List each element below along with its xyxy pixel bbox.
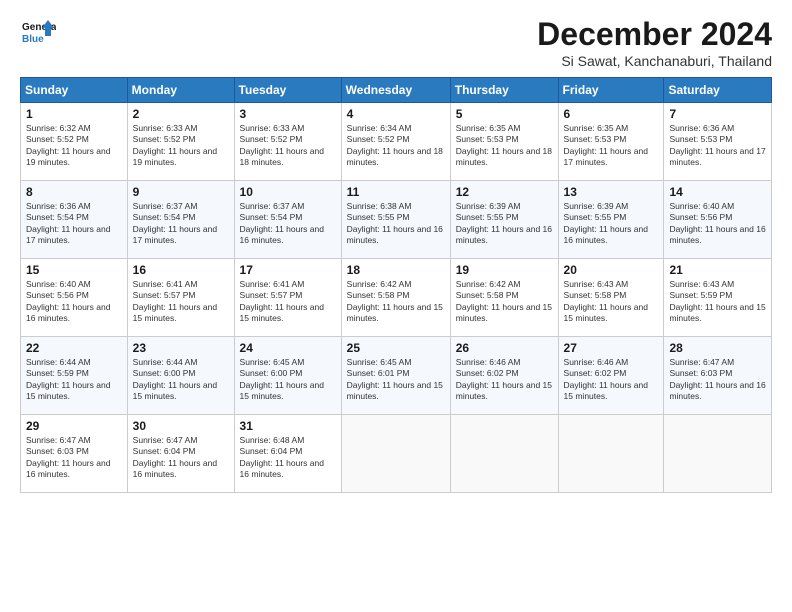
table-row: 2 Sunrise: 6:33 AMSunset: 5:52 PMDayligh… xyxy=(127,103,234,181)
week-row: 1 Sunrise: 6:32 AMSunset: 5:52 PMDayligh… xyxy=(21,103,772,181)
col-friday: Friday xyxy=(558,78,664,103)
col-monday: Monday xyxy=(127,78,234,103)
table-row: 17 Sunrise: 6:41 AMSunset: 5:57 PMDaylig… xyxy=(234,259,341,337)
location: Si Sawat, Kanchanaburi, Thailand xyxy=(537,53,772,69)
table-row: 20 Sunrise: 6:43 AMSunset: 5:58 PMDaylig… xyxy=(558,259,664,337)
table-row: 26 Sunrise: 6:46 AMSunset: 6:02 PMDaylig… xyxy=(450,337,558,415)
table-row: 14 Sunrise: 6:40 AMSunset: 5:56 PMDaylig… xyxy=(664,181,772,259)
week-row: 22 Sunrise: 6:44 AMSunset: 5:59 PMDaylig… xyxy=(21,337,772,415)
calendar-page: General Blue December 2024 Si Sawat, Kan… xyxy=(0,0,792,612)
week-row: 15 Sunrise: 6:40 AMSunset: 5:56 PMDaylig… xyxy=(21,259,772,337)
table-row: 16 Sunrise: 6:41 AMSunset: 5:57 PMDaylig… xyxy=(127,259,234,337)
empty-cell xyxy=(664,415,772,493)
logo: General Blue xyxy=(20,16,56,52)
empty-cell xyxy=(558,415,664,493)
table-row: 12 Sunrise: 6:39 AMSunset: 5:55 PMDaylig… xyxy=(450,181,558,259)
table-row: 15 Sunrise: 6:40 AMSunset: 5:56 PMDaylig… xyxy=(21,259,128,337)
table-row: 8 Sunrise: 6:36 AMSunset: 5:54 PMDayligh… xyxy=(21,181,128,259)
svg-text:Blue: Blue xyxy=(22,34,44,45)
table-row: 5 Sunrise: 6:35 AMSunset: 5:53 PMDayligh… xyxy=(450,103,558,181)
table-row: 18 Sunrise: 6:42 AMSunset: 5:58 PMDaylig… xyxy=(341,259,450,337)
table-row: 31 Sunrise: 6:48 AMSunset: 6:04 PMDaylig… xyxy=(234,415,341,493)
week-row: 29 Sunrise: 6:47 AMSunset: 6:03 PMDaylig… xyxy=(21,415,772,493)
logo-svg: General Blue xyxy=(20,16,56,52)
table-row: 25 Sunrise: 6:45 AMSunset: 6:01 PMDaylig… xyxy=(341,337,450,415)
col-thursday: Thursday xyxy=(450,78,558,103)
col-saturday: Saturday xyxy=(664,78,772,103)
table-row: 29 Sunrise: 6:47 AMSunset: 6:03 PMDaylig… xyxy=(21,415,128,493)
header: General Blue December 2024 Si Sawat, Kan… xyxy=(20,16,772,69)
table-row: 13 Sunrise: 6:39 AMSunset: 5:55 PMDaylig… xyxy=(558,181,664,259)
table-row: 10 Sunrise: 6:37 AMSunset: 5:54 PMDaylig… xyxy=(234,181,341,259)
calendar-table: Sunday Monday Tuesday Wednesday Thursday… xyxy=(20,77,772,493)
empty-cell xyxy=(341,415,450,493)
table-row: 7 Sunrise: 6:36 AMSunset: 5:53 PMDayligh… xyxy=(664,103,772,181)
table-row: 3 Sunrise: 6:33 AMSunset: 5:52 PMDayligh… xyxy=(234,103,341,181)
table-row: 9 Sunrise: 6:37 AMSunset: 5:54 PMDayligh… xyxy=(127,181,234,259)
table-row: 21 Sunrise: 6:43 AMSunset: 5:59 PMDaylig… xyxy=(664,259,772,337)
table-row: 24 Sunrise: 6:45 AMSunset: 6:00 PMDaylig… xyxy=(234,337,341,415)
col-wednesday: Wednesday xyxy=(341,78,450,103)
table-row: 4 Sunrise: 6:34 AMSunset: 5:52 PMDayligh… xyxy=(341,103,450,181)
table-row: 28 Sunrise: 6:47 AMSunset: 6:03 PMDaylig… xyxy=(664,337,772,415)
month-title: December 2024 xyxy=(537,16,772,53)
table-row: 19 Sunrise: 6:42 AMSunset: 5:58 PMDaylig… xyxy=(450,259,558,337)
table-row: 23 Sunrise: 6:44 AMSunset: 6:00 PMDaylig… xyxy=(127,337,234,415)
table-row: 27 Sunrise: 6:46 AMSunset: 6:02 PMDaylig… xyxy=(558,337,664,415)
table-row: 11 Sunrise: 6:38 AMSunset: 5:55 PMDaylig… xyxy=(341,181,450,259)
table-row: 22 Sunrise: 6:44 AMSunset: 5:59 PMDaylig… xyxy=(21,337,128,415)
col-tuesday: Tuesday xyxy=(234,78,341,103)
table-row: 6 Sunrise: 6:35 AMSunset: 5:53 PMDayligh… xyxy=(558,103,664,181)
empty-cell xyxy=(450,415,558,493)
week-row: 8 Sunrise: 6:36 AMSunset: 5:54 PMDayligh… xyxy=(21,181,772,259)
col-sunday: Sunday xyxy=(21,78,128,103)
table-row: 1 Sunrise: 6:32 AMSunset: 5:52 PMDayligh… xyxy=(21,103,128,181)
table-row: 30 Sunrise: 6:47 AMSunset: 6:04 PMDaylig… xyxy=(127,415,234,493)
title-block: December 2024 Si Sawat, Kanchanaburi, Th… xyxy=(537,16,772,69)
header-row: Sunday Monday Tuesday Wednesday Thursday… xyxy=(21,78,772,103)
